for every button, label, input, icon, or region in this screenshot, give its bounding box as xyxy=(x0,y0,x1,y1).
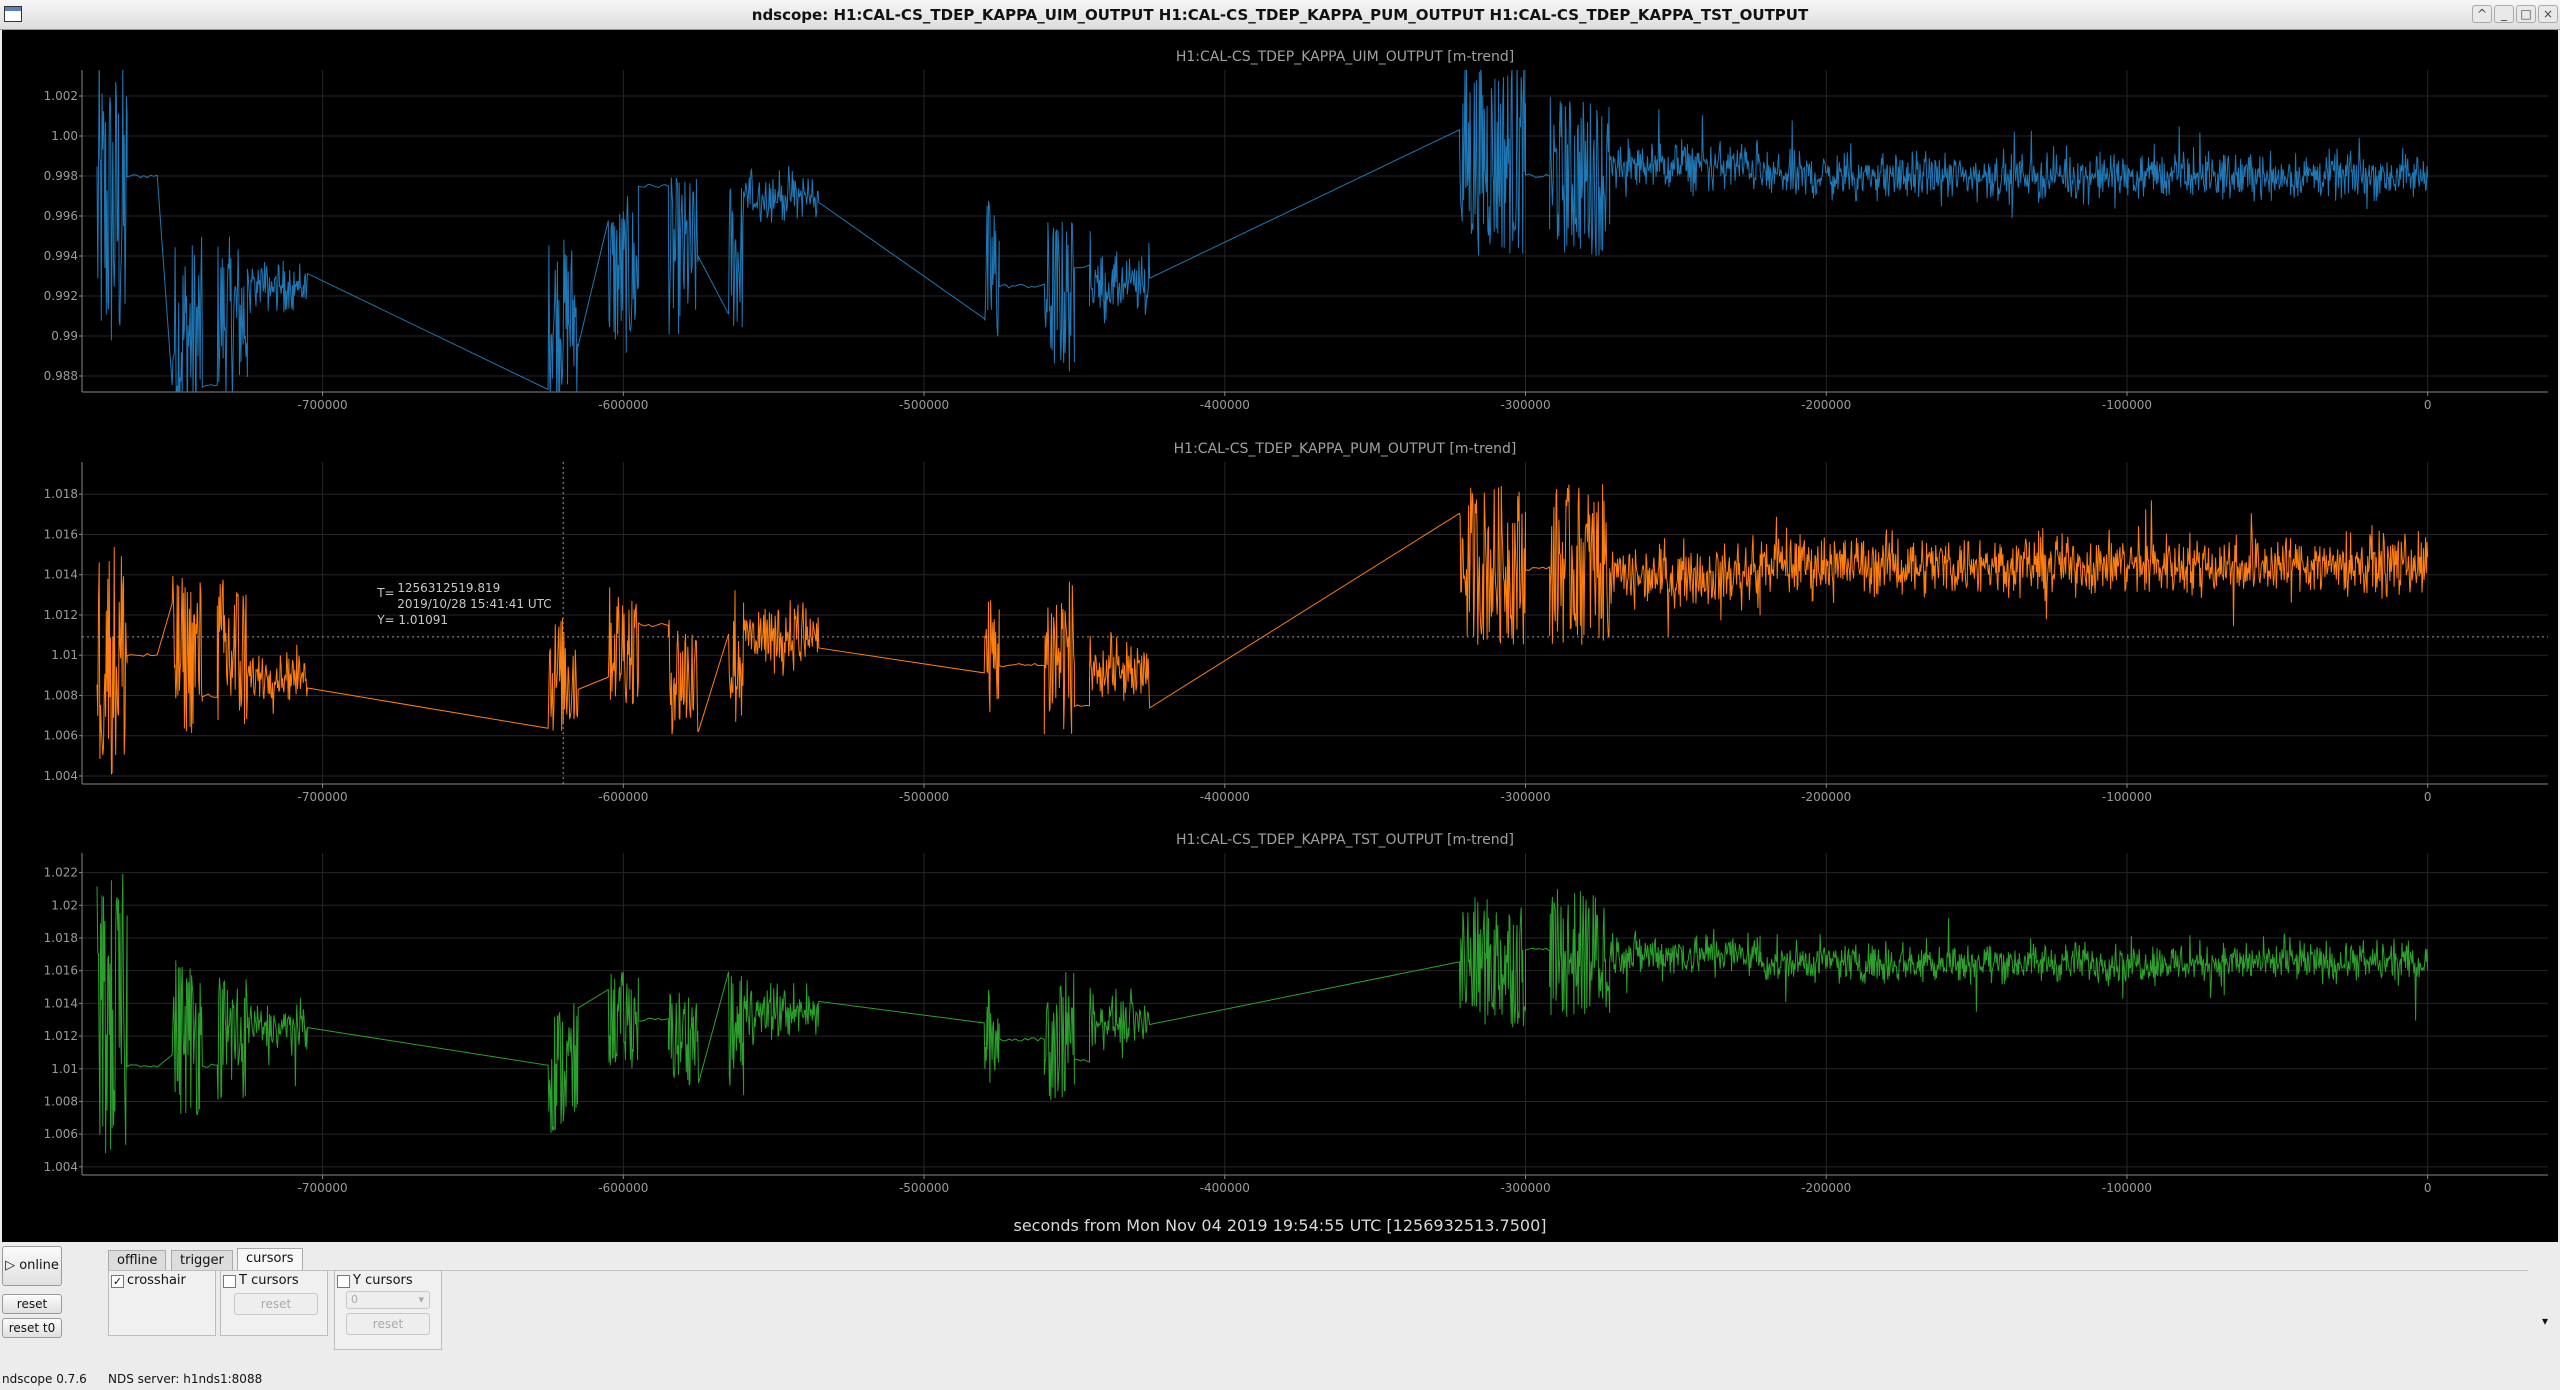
y-tick-label: 1.004 xyxy=(44,769,78,783)
x-tick-label: -300000 xyxy=(1500,1181,1550,1195)
x-tick-label: -700000 xyxy=(298,790,348,804)
y-tick-label: 1.008 xyxy=(44,688,78,702)
chevron-down-icon: ▾ xyxy=(418,1293,424,1306)
y-tick-label: 0.998 xyxy=(44,169,78,183)
crosshair-label-t: T= xyxy=(376,586,394,600)
x-tick-label: -400000 xyxy=(1200,1181,1250,1195)
crosshair-label-gps: 1256312519.819 xyxy=(397,581,500,595)
x-tick-label: -400000 xyxy=(1200,790,1250,804)
y-cursors-checkbox[interactable] xyxy=(337,1275,350,1288)
x-tick-label: 0 xyxy=(2424,398,2432,412)
online-button[interactable]: ▷ online xyxy=(2,1246,62,1286)
x-tick-label: -400000 xyxy=(1200,398,1250,412)
crosshair-label-y: Y= 1.01091 xyxy=(376,613,448,627)
status-bar: ndscope 0.7.6 NDS server: h1nds1:8088 xyxy=(0,1368,2560,1390)
x-tick-label: -300000 xyxy=(1500,790,1550,804)
y-tick-label: 1.016 xyxy=(44,964,78,978)
close-button[interactable]: × xyxy=(2538,5,2558,23)
plots-canvas[interactable]: H1:CAL-CS_TDEP_KAPPA_UIM_OUTPUT [m-trend… xyxy=(2,30,2558,1242)
tab-cursors[interactable]: cursors xyxy=(237,1248,303,1270)
x-tick-label: -500000 xyxy=(899,398,949,412)
x-tick-label: -100000 xyxy=(2102,1181,2152,1195)
tab-trigger[interactable]: trigger xyxy=(171,1250,233,1270)
window-shade-button[interactable]: ^ xyxy=(2472,5,2492,23)
x-tick-label: -300000 xyxy=(1500,398,1550,412)
x-tick-label: 0 xyxy=(2424,790,2432,804)
plot-title: H1:CAL-CS_TDEP_KAPPA_UIM_OUTPUT [m-trend… xyxy=(1176,49,1514,65)
plot-panel-3: H1:CAL-CS_TDEP_KAPPA_TST_OUTPUT [m-trend… xyxy=(44,832,2548,1195)
y-tick-label: 1.012 xyxy=(44,608,78,622)
y-tick-label: 0.992 xyxy=(44,289,78,303)
x-tick-label: -600000 xyxy=(598,398,648,412)
t-cursors-group: T cursors reset xyxy=(220,1270,328,1336)
x-tick-label: 0 xyxy=(2424,1181,2432,1195)
y-tick-label: 1.012 xyxy=(44,1029,78,1043)
y-tick-label: 1.02 xyxy=(51,898,78,912)
x-tick-label: -500000 xyxy=(899,1181,949,1195)
y-tick-label: 1.006 xyxy=(44,1127,78,1141)
version-label: ndscope 0.7.6 xyxy=(2,1372,87,1386)
x-tick-label: -100000 xyxy=(2102,398,2152,412)
y-tick-label: 1.014 xyxy=(44,996,78,1010)
y-tick-label: 1.014 xyxy=(44,568,78,582)
y-cursors-reset-button[interactable]: reset xyxy=(346,1313,430,1335)
y-tick-label: 1.018 xyxy=(44,487,78,501)
y-tick-label: 1.016 xyxy=(44,527,78,541)
y-tick-label: 0.994 xyxy=(44,249,78,263)
t-cursors-checkbox[interactable] xyxy=(223,1275,236,1288)
plot-title: H1:CAL-CS_TDEP_KAPPA_PUM_OUTPUT [m-trend… xyxy=(1174,441,1517,457)
crosshair-checkbox[interactable]: ✓ xyxy=(111,1275,124,1288)
minimize-button[interactable]: _ xyxy=(2494,5,2514,23)
x-tick-label: -500000 xyxy=(899,790,949,804)
x-tick-label: -200000 xyxy=(1801,790,1851,804)
x-tick-label: -100000 xyxy=(2102,790,2152,804)
x-tick-label: -600000 xyxy=(598,1181,648,1195)
x-tick-label: -700000 xyxy=(298,1181,348,1195)
maximize-button[interactable]: □ xyxy=(2516,5,2536,23)
y-tick-label: 0.988 xyxy=(44,369,78,383)
control-panel: ▷ online reset span reset t0 offline tri… xyxy=(0,1242,2560,1368)
t-cursors-reset-button[interactable]: reset xyxy=(234,1293,318,1315)
y-tick-label: 1.01 xyxy=(51,1062,78,1076)
tab-offline[interactable]: offline xyxy=(108,1250,167,1270)
y-tick-label: 0.99 xyxy=(51,329,78,343)
y-tick-label: 1.01 xyxy=(51,648,78,662)
plot-panel-1: H1:CAL-CS_TDEP_KAPPA_UIM_OUTPUT [m-trend… xyxy=(44,49,2548,412)
y-tick-label: 1.022 xyxy=(44,866,78,880)
y-tick-label: 1.00 xyxy=(51,129,78,143)
crosshair-group: ✓ crosshair xyxy=(108,1270,216,1336)
t-cursors-label: T cursors xyxy=(239,1273,299,1288)
y-tick-label: 1.018 xyxy=(44,931,78,945)
y-cursors-group: Y cursors 0 ▾ reset xyxy=(334,1270,442,1350)
x-tick-label: -200000 xyxy=(1801,1181,1851,1195)
plot-panel-2: H1:CAL-CS_TDEP_KAPPA_PUM_OUTPUT [m-trend… xyxy=(44,441,2548,804)
tab-bar-line xyxy=(108,1270,2528,1271)
nds-server-label: NDS server: h1nds1:8088 xyxy=(108,1372,263,1386)
x-axis-label: seconds from Mon Nov 04 2019 19:54:55 UT… xyxy=(1013,1216,1546,1235)
reset-span-button[interactable]: reset span xyxy=(2,1294,62,1329)
y-tick-label: 1.004 xyxy=(44,1160,78,1174)
y-cursors-select[interactable]: 0 ▾ xyxy=(346,1291,430,1309)
x-tick-label: -200000 xyxy=(1801,398,1851,412)
crosshair-label: crosshair xyxy=(127,1273,186,1288)
tab-overflow-arrow-icon[interactable]: ▾ xyxy=(2542,1314,2548,1328)
y-tick-label: 1.002 xyxy=(44,89,78,103)
title-bar: ndscope: H1:CAL-CS_TDEP_KAPPA_UIM_OUTPUT… xyxy=(0,0,2560,30)
y-cursors-select-value: 0 xyxy=(351,1293,358,1306)
y-cursors-label: Y cursors xyxy=(353,1273,413,1288)
series-line-3 xyxy=(96,873,2429,1154)
crosshair-label-date: 2019/10/28 15:41:41 UTC xyxy=(397,597,551,611)
x-tick-label: -700000 xyxy=(298,398,348,412)
plot-area[interactable]: H1:CAL-CS_TDEP_KAPPA_UIM_OUTPUT [m-trend… xyxy=(2,30,2558,1242)
y-tick-label: 1.008 xyxy=(44,1094,78,1108)
window-title: ndscope: H1:CAL-CS_TDEP_KAPPA_UIM_OUTPUT… xyxy=(751,6,1809,24)
series-line-2 xyxy=(96,484,2429,775)
reset-t0-button[interactable]: reset t0 xyxy=(2,1318,62,1338)
y-tick-label: 1.006 xyxy=(44,729,78,743)
series-line-1 xyxy=(96,70,2429,392)
plot-title: H1:CAL-CS_TDEP_KAPPA_TST_OUTPUT [m-trend… xyxy=(1176,832,1514,848)
x-tick-label: -600000 xyxy=(598,790,648,804)
y-tick-label: 0.996 xyxy=(44,209,78,223)
